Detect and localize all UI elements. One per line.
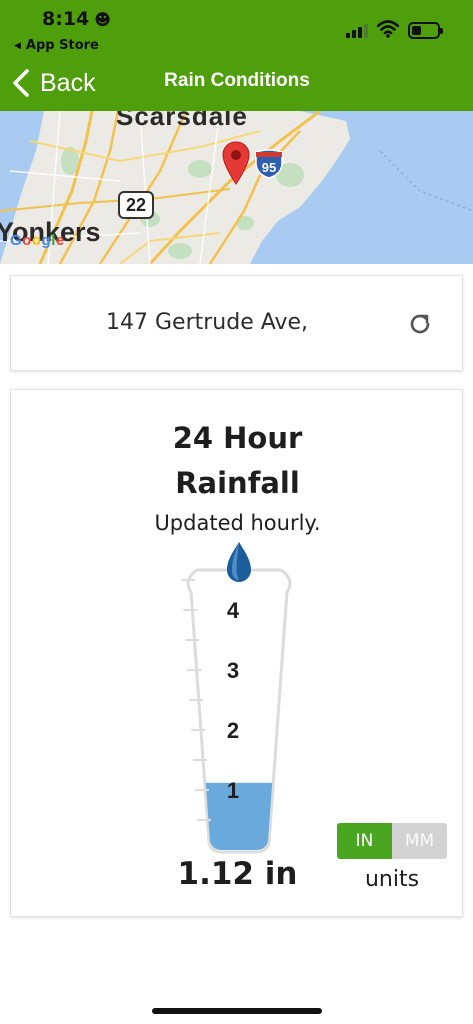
svg-text:95: 95 xyxy=(262,160,276,175)
cellular-signal-icon xyxy=(346,24,368,38)
left-triangle-icon: ◀ xyxy=(14,40,21,51)
back-button[interactable]: Back xyxy=(12,65,96,101)
back-label: Back xyxy=(40,68,96,97)
rainfall-title: 24 Hour Rainfall xyxy=(11,416,464,506)
units-toggle[interactable]: IN MM xyxy=(337,823,447,859)
gauge-label-2: 2 xyxy=(227,718,239,743)
gauge-label-1: 1 xyxy=(227,778,239,803)
smiley-face-icon: ☻ xyxy=(94,9,111,29)
rainfall-title-line1: 24 Hour xyxy=(172,421,303,455)
top-bar: 8:14 ☻ ◀ App Store Back Rain Conditions xyxy=(0,0,473,111)
refresh-icon[interactable] xyxy=(407,311,433,337)
chevron-left-icon xyxy=(13,69,29,97)
unit-in-button[interactable]: IN xyxy=(337,823,392,859)
wifi-icon xyxy=(377,20,399,38)
home-indicator[interactable] xyxy=(152,1008,322,1014)
gauge-label-4: 4 xyxy=(227,598,240,623)
return-to-app-store-link[interactable]: ◀ App Store xyxy=(14,38,99,53)
rainfall-title-line2: Rainfall xyxy=(175,466,300,500)
address-text: 147 Gertrude Ave, xyxy=(106,310,309,335)
status-time: 8:14 ☻ xyxy=(42,8,111,30)
app-store-label: App Store xyxy=(25,38,99,53)
address-card: 147 Gertrude Ave, xyxy=(10,275,463,371)
state-route-shield: 22 xyxy=(118,191,154,219)
units-label: units xyxy=(364,867,420,892)
water-drop-icon xyxy=(227,542,251,582)
page-title: Rain Conditions xyxy=(164,70,310,91)
rainfall-subtitle: Updated hourly. xyxy=(154,511,321,535)
location-map[interactable]: Scarsdale Yonkers Google 95 22 xyxy=(0,111,473,264)
map-label-top: Scarsdale xyxy=(116,111,248,131)
unit-mm-button[interactable]: MM xyxy=(392,823,447,859)
google-logo: Google xyxy=(10,232,65,249)
gauge-label-3: 3 xyxy=(227,658,239,683)
interstate-shield-icon: 95 xyxy=(255,149,283,179)
location-pin-icon[interactable] xyxy=(222,141,250,185)
rain-gauge: 4 3 2 1 xyxy=(181,542,292,854)
rainfall-card: 24 Hour Rainfall Updated hourly. 4321 1.… xyxy=(10,389,463,917)
battery-icon xyxy=(408,22,443,39)
clock-time: 8:14 xyxy=(42,8,90,30)
